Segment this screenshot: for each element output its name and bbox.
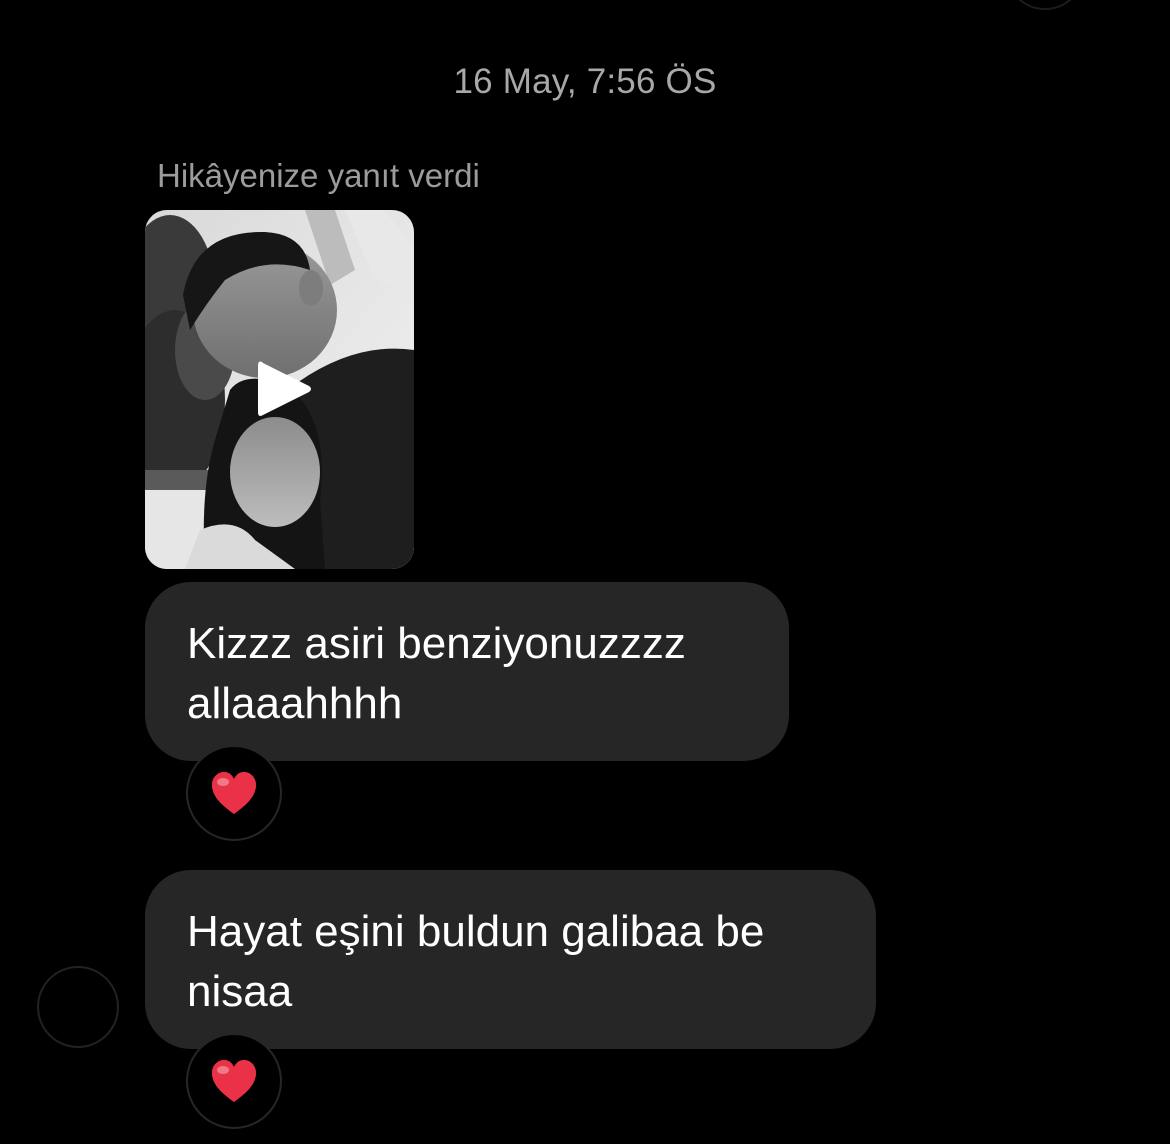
- play-icon[interactable]: [256, 358, 314, 420]
- sender-avatar[interactable]: [37, 966, 119, 1048]
- top-avatar-partial: [1005, 0, 1085, 10]
- red-heart-icon: [212, 1060, 256, 1102]
- message-timestamp: 16 May, 7:56 ÖS: [453, 62, 717, 101]
- message-reaction-2[interactable]: [186, 1033, 282, 1129]
- message-bubble-2[interactable]: Hayat eşini buldun galibaa be nisaa: [145, 870, 876, 1049]
- message-reaction-1[interactable]: [186, 745, 282, 841]
- story-reply-caption: Hikâyenize yanıt verdi: [157, 157, 480, 194]
- message-bubble-1[interactable]: Kizzz asiri benziyonuzzzz allaaahhhh: [145, 582, 789, 761]
- red-heart-icon: [212, 772, 256, 814]
